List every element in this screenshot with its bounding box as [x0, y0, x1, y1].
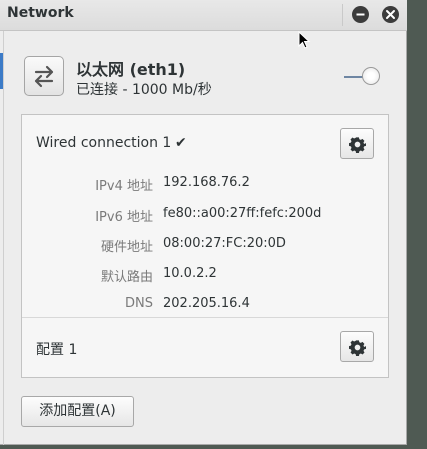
connection-panel: Wired connection 1 ✔ IPv4 地址 192.168.76.…: [21, 114, 389, 378]
default-route-value: 10.0.2.2: [163, 266, 217, 281]
close-icon: [386, 10, 395, 19]
panel-divider: [22, 317, 388, 318]
hardware-address-label: 硬件地址: [100, 240, 153, 255]
ipv4-label: IPv4 地址: [95, 179, 153, 194]
network-transfer-arrows-icon: [24, 56, 64, 96]
network-window: Network 以太网 (eth1) 已连接 - 1000 Mb/秒 Wired…: [0, 0, 407, 445]
ipv6-label: IPv6 地址: [95, 210, 153, 225]
close-button[interactable]: [382, 6, 399, 23]
dns-value: 202.205.16.4: [163, 296, 250, 311]
dns-label: DNS: [125, 296, 153, 311]
connection-name: Wired connection 1: [36, 135, 172, 151]
ipv6-value: fe80::a00:27ff:fefc:200d: [163, 206, 322, 221]
titlebar-separator: [342, 4, 343, 26]
add-profile-button[interactable]: 添加配置(A): [21, 396, 134, 427]
connection-settings-button[interactable]: [340, 128, 374, 159]
ipv4-value: 192.168.76.2: [163, 175, 250, 190]
gear-icon: [349, 137, 366, 153]
profile-name: 配置 1: [36, 342, 78, 358]
gear-icon: [349, 340, 366, 356]
sidebar-divider: [3, 31, 4, 445]
minimize-button[interactable]: [352, 6, 369, 23]
device-name: 以太网 (eth1): [76, 60, 186, 79]
active-check-icon: ✔: [175, 135, 187, 151]
switch-knob[interactable]: [362, 67, 380, 85]
profile-settings-button[interactable]: [340, 331, 374, 362]
minimize-icon: [356, 13, 365, 16]
mouse-pointer-icon: [298, 31, 311, 49]
title-bar: Network: [0, 0, 407, 31]
hardware-address-value: 08:00:27:FC:20:0D: [163, 236, 286, 251]
sidebar-selection-indicator: [0, 53, 3, 89]
default-route-label: 默认路由: [100, 270, 153, 285]
device-status: 已连接 - 1000 Mb/秒: [76, 82, 212, 98]
window-title: Network: [7, 5, 74, 21]
